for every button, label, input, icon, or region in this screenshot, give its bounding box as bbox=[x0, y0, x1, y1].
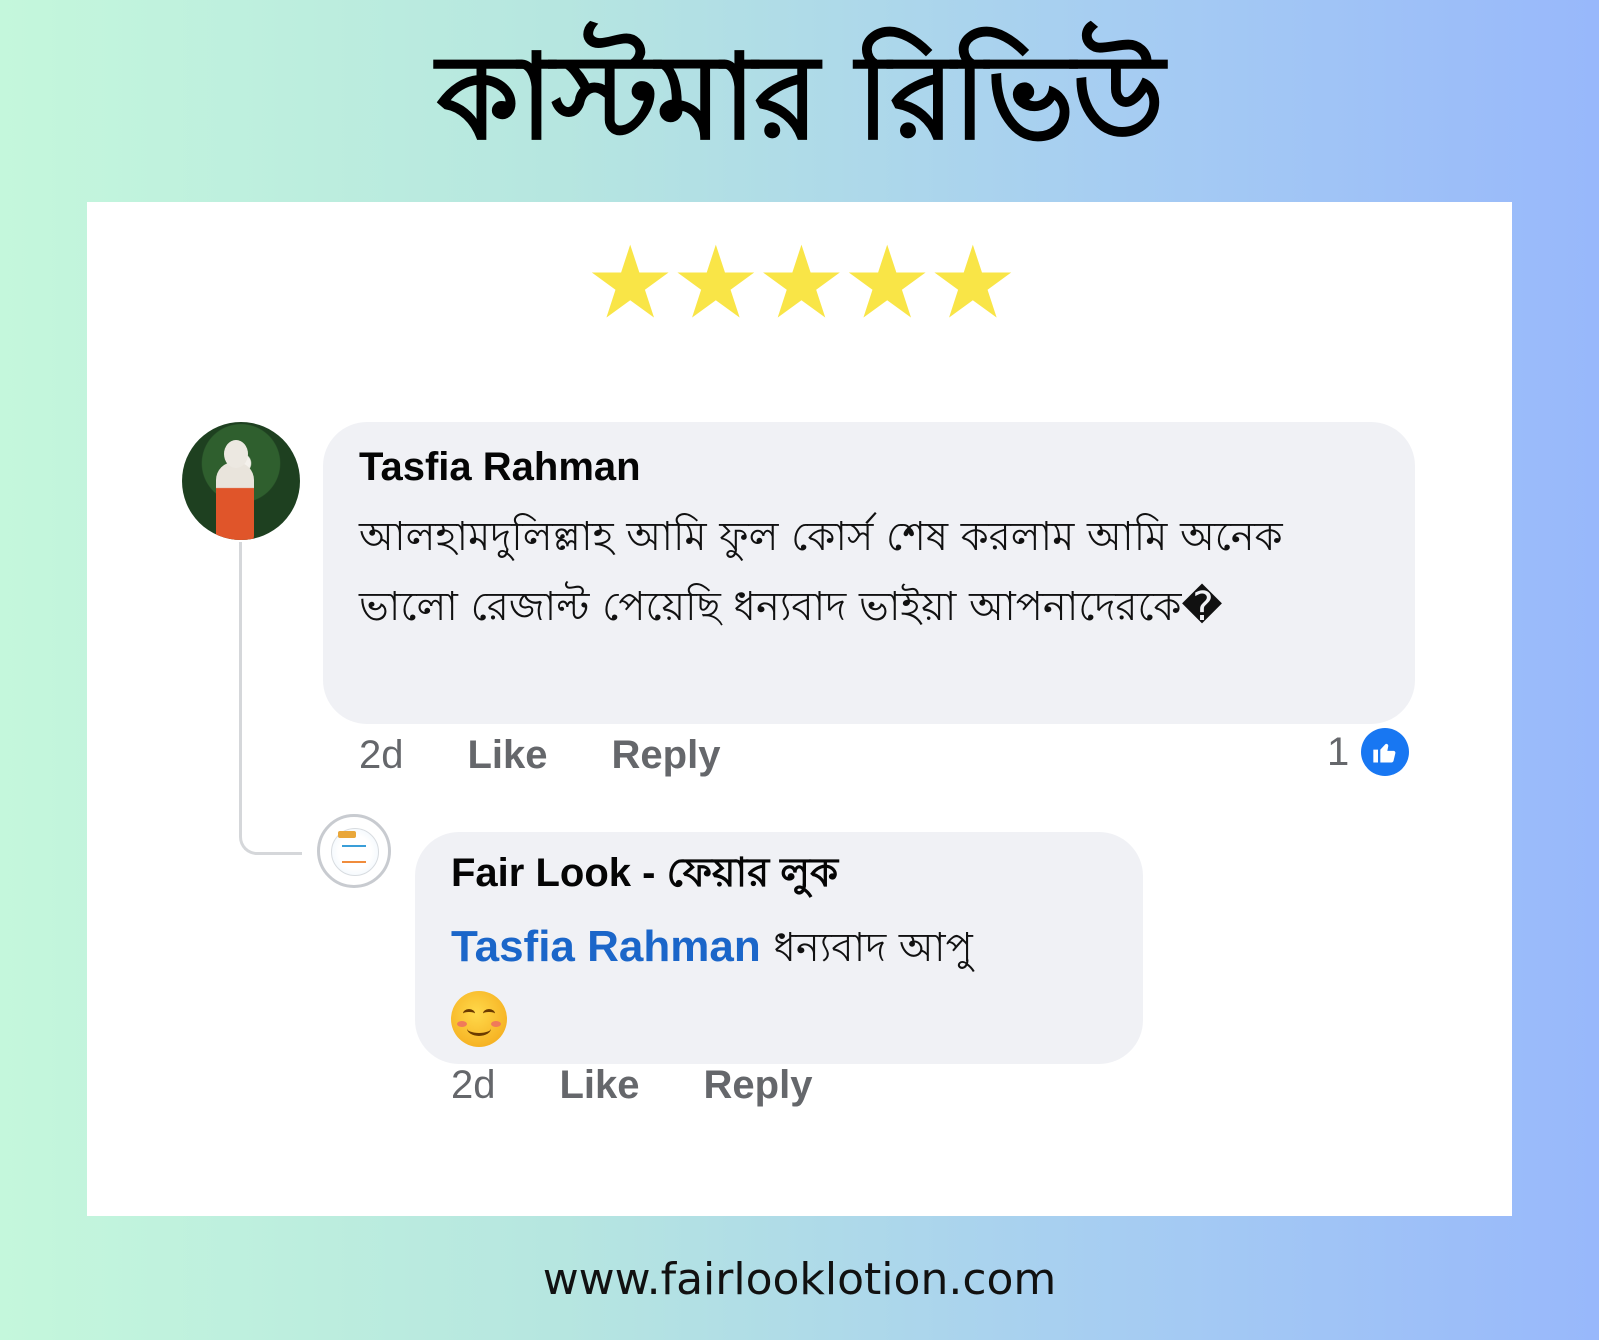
reply-like-button[interactable]: Like bbox=[560, 1060, 640, 1110]
page-title: কাস্টমার রিভিউ bbox=[436, 28, 1165, 166]
star-rating: ★★★★★ bbox=[87, 228, 1512, 338]
comment-author[interactable]: Tasfia Rahman bbox=[359, 442, 641, 492]
comment-bubble: Tasfia Rahman আলহামদুলিল্লাহ আমি ফুল কোর… bbox=[323, 422, 1415, 724]
comment-text: আলহামদুলিল্লাহ আমি ফুল কোর্স শেষ করলাম আ… bbox=[359, 514, 1283, 630]
logo-mark bbox=[342, 845, 366, 863]
star-icon: ★ bbox=[842, 224, 932, 341]
comment-timestamp[interactable]: 2d bbox=[359, 730, 404, 780]
thumbs-up-glyph bbox=[1373, 743, 1396, 763]
reply-timestamp[interactable]: 2d bbox=[451, 1060, 496, 1110]
page-avatar[interactable] bbox=[317, 814, 391, 888]
mention-link[interactable]: Tasfia Rahman bbox=[451, 922, 761, 971]
reply-actions: 2d Like Reply bbox=[451, 1060, 812, 1110]
reply-text: Tasfia Rahman ধন্যবাদ আপু bbox=[451, 914, 1111, 1047]
avatar-figure bbox=[216, 462, 254, 540]
review-card: ★★★★★ Tasfia Rahman আলহামদুলিল্লাহ আমি ফ… bbox=[87, 202, 1512, 1216]
like-button[interactable]: Like bbox=[468, 730, 548, 780]
website-link[interactable]: www.fairlooklotion.com bbox=[0, 1252, 1599, 1308]
reply-author[interactable]: Fair Look - ফেয়ার লুক bbox=[451, 848, 838, 898]
avatar[interactable] bbox=[182, 422, 300, 540]
reaction-summary[interactable]: 1 bbox=[1327, 728, 1410, 776]
comment-actions: 2d Like Reply bbox=[359, 730, 720, 780]
reply-message: ধন্যবাদ আপু bbox=[773, 925, 973, 971]
avatar-face bbox=[224, 440, 248, 468]
reply-reply-button[interactable]: Reply bbox=[704, 1060, 813, 1110]
reaction-count: 1 bbox=[1327, 729, 1350, 774]
smiling-face-icon bbox=[451, 991, 507, 1047]
thumbs-up-icon bbox=[1361, 728, 1410, 776]
logo-tag bbox=[338, 831, 356, 838]
star-icon: ★ bbox=[671, 224, 761, 341]
thread-connector bbox=[239, 542, 302, 855]
reply-bubble: Fair Look - ফেয়ার লুক Tasfia Rahman ধন্… bbox=[415, 832, 1143, 1064]
star-icon: ★ bbox=[756, 224, 847, 341]
reply-button[interactable]: Reply bbox=[612, 730, 721, 780]
star-icon: ★ bbox=[927, 224, 1018, 341]
star-icon: ★ bbox=[585, 224, 675, 341]
